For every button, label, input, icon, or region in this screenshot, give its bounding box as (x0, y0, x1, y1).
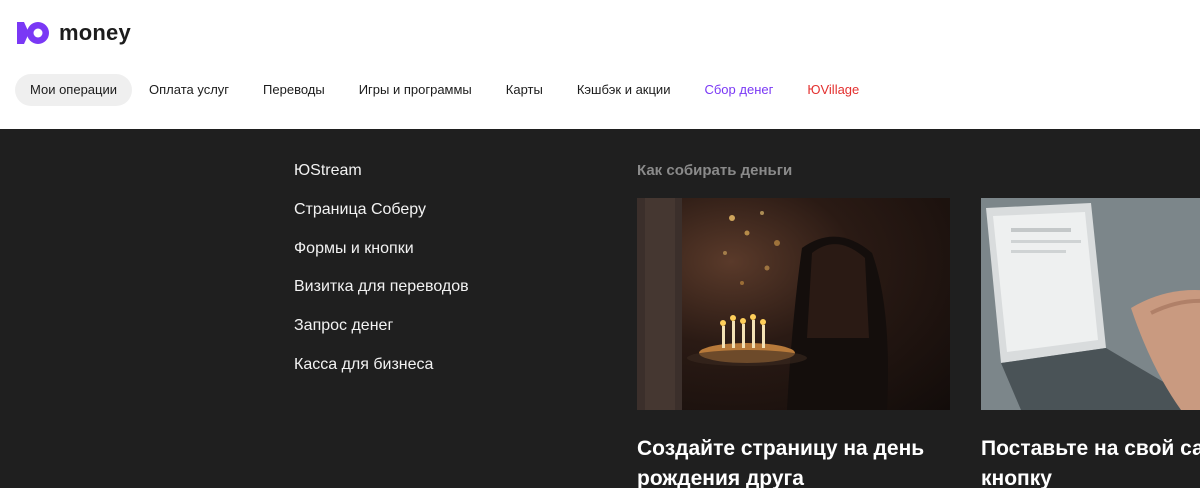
nav-item-fundraising[interactable]: Сбор денег (687, 74, 790, 106)
nav-item-yuvillage[interactable]: ЮVillage (790, 74, 876, 106)
articles-heading: Как собирать деньги (637, 162, 793, 179)
nav-item-transfers[interactable]: Переводы (246, 74, 342, 106)
article-title[interactable]: Поставьте на свой сайт нашу кнопку (981, 434, 1200, 488)
nav-item-payments[interactable]: Оплата услуг (132, 74, 246, 106)
birthday-cake-photo (637, 198, 950, 410)
yoomoney-logo-icon (15, 18, 51, 48)
header: money Мои операции Оплата услуг Переводы… (0, 0, 1200, 129)
main-nav: Мои операции Оплата услуг Переводы Игры … (15, 74, 876, 106)
menu-item-business-checkout[interactable]: Касса для бизнеса (294, 354, 469, 393)
article-card[interactable]: Поставьте на свой сайт нашу кнопку (981, 198, 1200, 488)
menu-item-transfer-card[interactable]: Визитка для переводов (294, 276, 469, 315)
menu-item-forms-buttons[interactable]: Формы и кнопки (294, 238, 469, 277)
laptop-typing-photo (981, 198, 1200, 410)
menu-item-soberu-page[interactable]: Страница Соберу (294, 199, 469, 238)
dropdown-menu: ЮStream Страница Соберу Формы и кнопки В… (294, 160, 469, 393)
article-card[interactable]: Создайте страницу на день рождения друга (637, 198, 950, 488)
nav-item-cards[interactable]: Карты (489, 74, 560, 106)
menu-item-yustream[interactable]: ЮStream (294, 160, 469, 199)
nav-item-cashback[interactable]: Кэшбэк и акции (560, 74, 688, 106)
brand-name: money (59, 20, 131, 45)
dropdown-panel: ЮStream Страница Соберу Формы и кнопки В… (0, 129, 1200, 488)
logo[interactable]: money (15, 18, 131, 48)
menu-item-money-request[interactable]: Запрос денег (294, 315, 469, 354)
article-title[interactable]: Создайте страницу на день рождения друга (637, 434, 967, 488)
nav-item-my-operations[interactable]: Мои операции (15, 74, 133, 106)
nav-item-games[interactable]: Игры и программы (342, 74, 489, 106)
